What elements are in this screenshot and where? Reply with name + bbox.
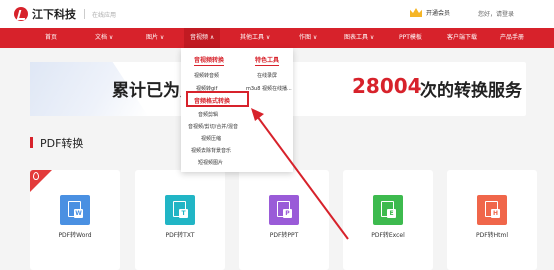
card-label: PDF转TXT [165,232,195,239]
card-label: PDF转Excel [371,232,405,239]
format-badge: T [179,209,188,218]
card-pdf-to-txt[interactable]: T PDF转TXT [135,170,225,270]
menu-item-audio-clip[interactable]: 音频剪辑 [198,111,218,118]
pdf-excel-icon: E [373,195,403,225]
dropdown-heading-special: 特色工具 [255,57,280,64]
nav-client-download[interactable]: 客户端下载 [447,28,477,48]
card-pdf-to-ppt[interactable]: P PDF转PPT [239,170,329,270]
nav-documents[interactable]: 文档 ∨ [95,28,113,48]
menu-item-remove-bgm[interactable]: 视频去除背景音乐 [191,147,231,154]
format-badge: H [491,209,500,218]
nav-drawing[interactable]: 作图 ∨ [299,28,317,48]
nav-other-tools-label: 其他工具 [240,34,265,41]
nav-images[interactable]: 图片 ∨ [146,28,164,48]
logo-mark-icon [14,7,28,21]
flame-icon [33,172,39,180]
login-link[interactable]: 您好，请登录 [478,9,514,18]
heading-underline [194,65,224,66]
card-label: PDF转Word [58,232,92,239]
dropdown-heading-conversion: 音视频转换 [194,57,225,64]
section-title: PDF转换 [40,137,84,150]
menu-item-screen-record[interactable]: 在线录屏 [257,72,277,79]
nav-ppt-templates[interactable]: PPT模板 [399,28,422,48]
pdf-html-icon: H [477,195,507,225]
format-badge: P [283,209,292,218]
nav-drawing-label: 作图 [299,34,312,41]
logo-divider [84,9,85,19]
nav-documents-label: 文档 [95,34,108,41]
nav-audio-video-label: 音视频 [190,34,209,41]
card-pdf-to-excel[interactable]: E PDF转Excel [343,170,433,270]
menu-item-video-compress[interactable]: 视频压缩 [201,135,221,142]
pdf-ppt-icon: P [269,195,299,225]
format-badge: E [387,209,396,218]
nav-home[interactable]: 首页 [45,28,57,48]
hot-corner-badge [30,170,52,192]
logo[interactable]: 江下科技 在线应用 [14,6,116,22]
vip-label: 开通会员 [426,10,451,17]
main-navbar: 首页 文档 ∨ 图片 ∨ 音视频 ∧ 其他工具 ∨ 作图 ∨ 图表工具 ∨ PP… [0,28,554,48]
banner-count: 28004 [352,74,422,98]
logo-subtitle: 在线应用 [92,11,117,19]
crown-icon [410,8,422,17]
card-pdf-to-word[interactable]: W PDF转Word [30,170,120,270]
nav-product-manual[interactable]: 产品手册 [500,28,524,48]
logo-text: 江下科技 [32,8,76,21]
card-pdf-to-html[interactable]: H PDF转Html [447,170,537,270]
format-badge: W [74,209,83,218]
menu-item-m3u8-player[interactable]: m3u8 视频在线播... [246,85,292,92]
card-label: PDF转PPT [269,232,299,239]
pdf-txt-icon: T [165,195,195,225]
nav-audio-video[interactable]: 音视频 ∧ [184,28,221,48]
nav-other-tools[interactable]: 其他工具 ∨ [240,28,270,48]
nav-images-label: 图片 [146,34,159,41]
menu-item-audio-format-convert[interactable]: 音频格式转换 [186,91,249,107]
audio-video-dropdown: 音视频转换 特色工具 视频转音频 视频转gif 音频剪辑 音视频/剪切/合并/混… [181,48,293,172]
menu-item-video-to-audio[interactable]: 视频转音频 [194,72,219,79]
pdf-word-icon: W [60,195,90,225]
nav-chart-tools[interactable]: 图表工具 ∨ [344,28,374,48]
menu-item-short-video-image[interactable]: 短视频图片 [198,159,223,166]
top-header: 江下科技 在线应用 开通会员 您好，请登录 [0,0,554,28]
nav-chart-tools-label: 图表工具 [344,34,369,41]
section-accent-bar [30,137,33,148]
vip-button[interactable]: 开通会员 [410,8,450,17]
card-label: PDF转Html [475,232,509,239]
banner-suffix: 次的转换服务 [420,81,522,101]
menu-item-audio-merge[interactable]: 音视频/剪切/合并/混音 [188,123,238,130]
highlighted-item-label: 音频格式转换 [194,98,231,105]
heading-underline [255,65,279,66]
